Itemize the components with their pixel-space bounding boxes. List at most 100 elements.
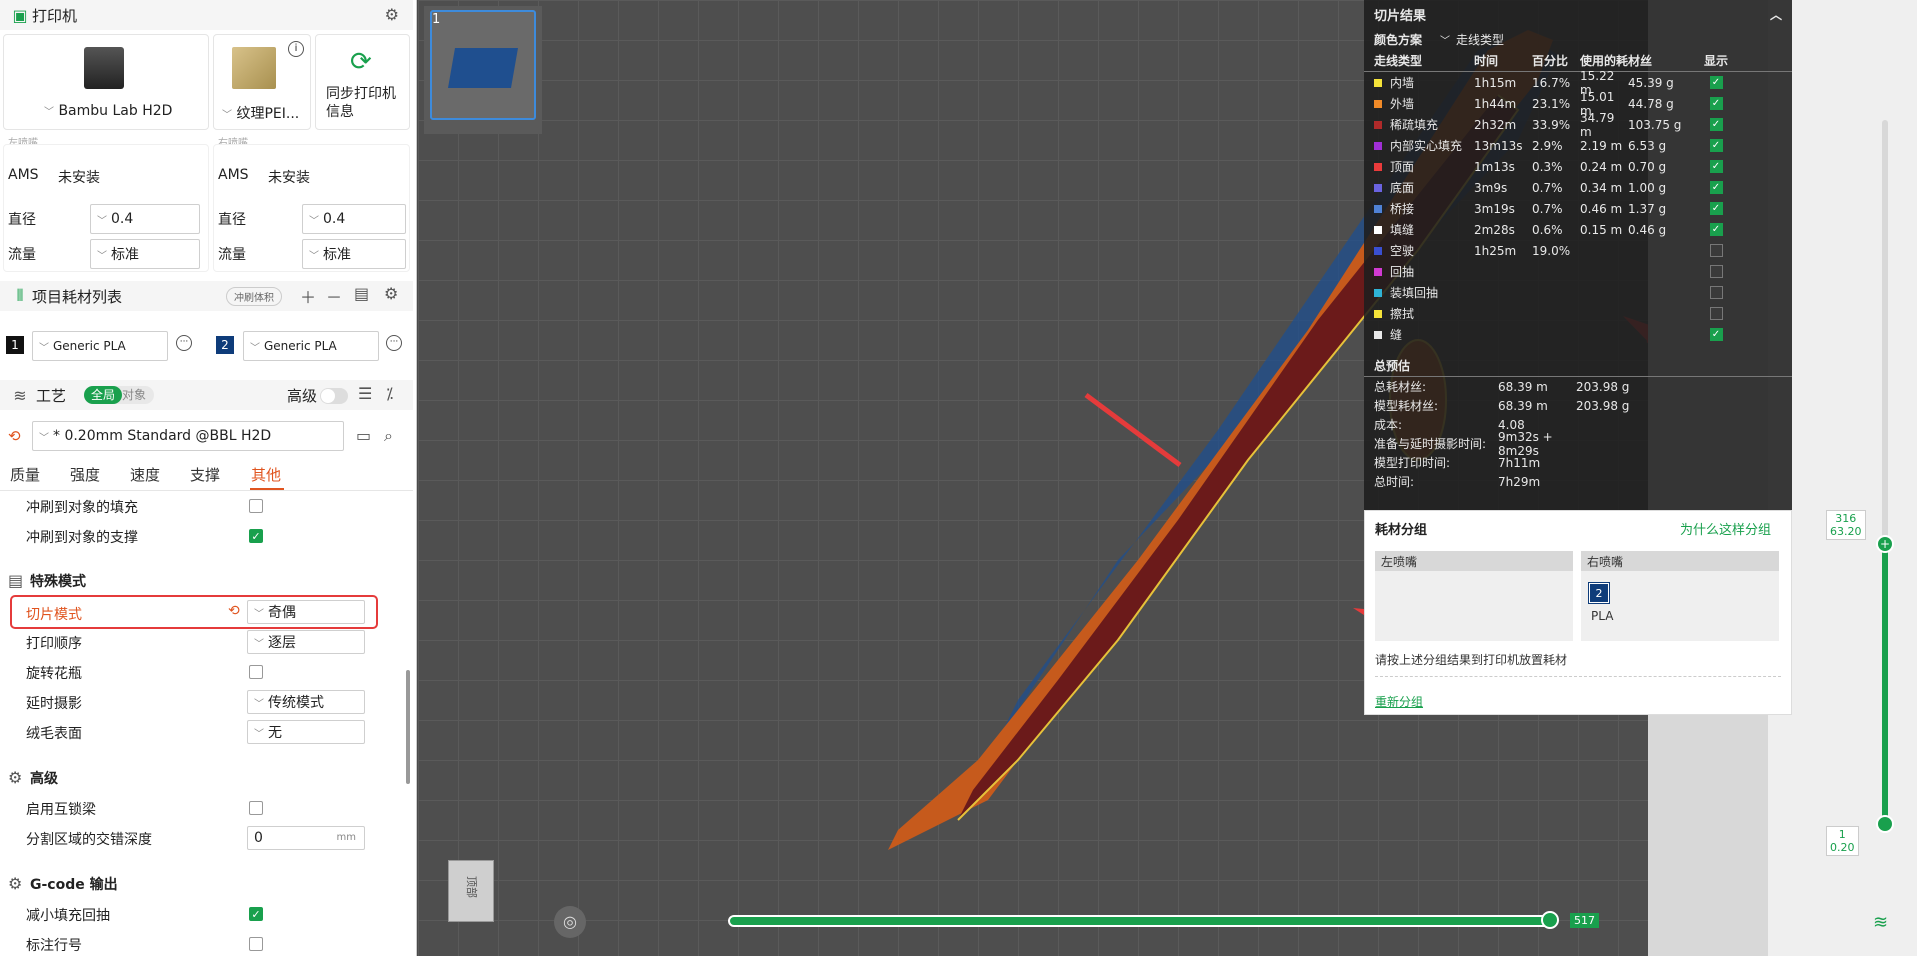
tab-strength[interactable]: 强度 [70,464,100,485]
scheme-chevron-down-icon[interactable]: ﹀ [1440,32,1450,47]
display-toggle-checkbox[interactable]: ✓ [1709,328,1723,341]
remove-filament-icon[interactable]: － [326,284,342,308]
flush-support-checkbox[interactable]: ✓ [249,529,263,543]
fuzzy-skin-label: 绒毛表面 [26,726,82,742]
slice-mode-dropdown[interactable]: ﹀ 奇偶 [247,600,365,624]
advanced-label: 高级 [287,387,318,405]
printer-card[interactable]: ﹀ Bambu Lab H2D [3,34,209,130]
right-diameter-dropdown[interactable]: ﹀ 0.4 [302,204,406,234]
weight-cell: 6.53 g [1628,138,1667,153]
layer-slider-bottom-handle[interactable] [1876,815,1894,833]
print-sequence-dropdown[interactable]: ﹀ 逐层 [247,630,365,654]
filament-2-more-icon[interactable]: ··· [386,335,402,351]
spiral-vase-checkbox[interactable] [249,665,263,679]
process-preset-dropdown[interactable]: ﹀ * 0.20mm Standard @BBL H2D [32,421,344,451]
line-type-swatch [1374,183,1382,192]
line-type-name: 桥接 [1390,202,1415,216]
estimate-key: 准备与延时摄影时间: [1374,437,1487,451]
move-slider-handle[interactable] [1541,911,1559,929]
plate-info-icon[interactable]: i [288,41,304,57]
flush-infill-checkbox[interactable] [249,499,263,513]
flush-volume-button[interactable]: 冲刷体积 [226,287,282,306]
camera-reset-icon[interactable]: ◎ [554,906,586,938]
label-lines-label: 标注行号 [26,938,82,954]
reduce-retract-checkbox[interactable]: ✓ [249,907,263,921]
tab-support[interactable]: 支撑 [190,464,220,485]
layer-slider-top-handle[interactable]: + [1876,535,1894,553]
display-toggle-checkbox[interactable] [1709,307,1723,320]
time-cell: 1m13s [1474,159,1515,174]
fuzzy-skin-dropdown[interactable]: ﹀ 无 [247,720,365,744]
toggle-object[interactable]: 对象 [122,386,146,404]
filament-1-more-icon[interactable]: ··· [176,335,192,351]
line-type-cell: 外墙 [1374,95,1474,112]
label-lines-checkbox[interactable] [249,937,263,951]
time-cell: 1h15m [1474,75,1517,90]
display-toggle-checkbox[interactable] [1709,265,1723,278]
display-toggle-checkbox[interactable]: ✓ [1709,223,1723,236]
display-toggle-checkbox[interactable]: ✓ [1709,160,1723,173]
advanced-switch[interactable] [320,388,348,404]
tab-quality[interactable]: 质量 [10,464,40,485]
slice-table-row: 稀疏填充 2h32m 33.9% 34.79 m 103.75 g ✓ [1364,111,1792,139]
list-icon[interactable]: ☰ [358,384,372,403]
filament-group-note: 请按上述分组结果到打印机放置耗材 [1375,653,1568,667]
compare-icon[interactable]: ⁒ [386,384,393,403]
display-toggle-checkbox[interactable]: ✓ [1709,139,1723,152]
display-toggle-checkbox[interactable] [1709,286,1723,299]
add-filament-icon[interactable]: ＋ [300,284,316,308]
collapse-chevron-up-icon[interactable]: ︿ [1770,6,1782,23]
color-scheme-dropdown[interactable]: 走线类型 [1456,31,1504,48]
layer-stack-icon[interactable]: ≋ [1873,912,1888,933]
filament-sync-icon[interactable]: ▤ [354,284,369,303]
view-cube[interactable]: 顶部 [448,860,494,922]
filament-settings-gear-icon[interactable]: ⚙ [384,284,398,303]
gcode-header: G-code 输出 [30,877,118,893]
display-toggle-checkbox[interactable]: ✓ [1709,181,1723,194]
interlock-depth-input[interactable]: 0 mm [247,826,365,850]
plate-card[interactable]: i ﹀ 纹理PEI... [213,34,311,130]
slice-mode-reset-icon[interactable]: ⟲ [228,603,240,619]
estimate-key: 成本: [1374,418,1403,432]
toggle-global[interactable]: 全局 [84,386,123,404]
right-flow-dropdown[interactable]: ﹀ 标准 [302,239,406,269]
line-type-name: 填缝 [1390,223,1415,237]
regroup-link[interactable]: 重新分组 [1375,693,1423,710]
plate-name-row: ﹀ 纹理PEI... [222,103,299,123]
filament-1-index[interactable]: 1 [6,336,24,354]
display-toggle-checkbox[interactable]: ✓ [1709,118,1723,131]
color-scheme-row: 颜色方案 ﹀ 走线类型 [1364,28,1792,50]
move-slider-value: 517 [1570,913,1599,928]
timelapse-dropdown[interactable]: ﹀ 传统模式 [247,690,365,714]
settings-scrollbar[interactable] [406,670,410,784]
printer-settings-gear-icon[interactable]: ⚙ [385,5,399,24]
filament-1-dropdown[interactable]: ﹀ Generic PLA [32,331,168,361]
display-toggle-checkbox[interactable] [1709,244,1723,257]
left-flow-dropdown[interactable]: ﹀ 标准 [90,239,200,269]
display-toggle-checkbox[interactable]: ✓ [1709,97,1723,110]
tab-speed[interactable]: 速度 [130,464,160,485]
save-preset-icon[interactable]: ▭ [356,426,371,445]
filament-2-dropdown[interactable]: ﹀ Generic PLA [243,331,379,361]
why-group-link[interactable]: 为什么这样分组 [1680,519,1771,538]
right-ams-value: 未安装 [268,170,310,186]
right-diameter-label: 直径 [218,212,246,228]
plate-thumbnail[interactable]: 1 [424,6,542,134]
sync-printer-button[interactable]: ⟳ 同步打印机信息 [315,34,410,130]
layer-slider-track[interactable] [1882,120,1888,540]
right-group-filament-chip[interactable]: 2 [1588,582,1610,604]
move-slider-track[interactable] [728,915,1556,927]
search-icon[interactable]: ⌕ [384,426,393,446]
line-type-name: 缝 [1390,328,1403,342]
special-mode-header: 特殊模式 [30,574,86,590]
reset-preset-icon[interactable]: ⟲ [8,427,21,445]
interlock-checkbox[interactable] [249,801,263,815]
filament-2-index[interactable]: 2 [216,336,234,354]
left-diameter-dropdown[interactable]: ﹀ 0.4 [90,204,200,234]
filament-group-panel: 耗材分组 为什么这样分组 左喷嘴 右喷嘴 2 PLA 请按上述分组结果到打印机放… [1364,510,1792,715]
layer-slider-range[interactable] [1882,540,1888,822]
display-toggle-checkbox[interactable]: ✓ [1709,76,1723,89]
display-toggle-checkbox[interactable]: ✓ [1709,202,1723,215]
line-type-swatch [1374,267,1382,276]
tab-others[interactable]: 其他 [251,464,281,485]
